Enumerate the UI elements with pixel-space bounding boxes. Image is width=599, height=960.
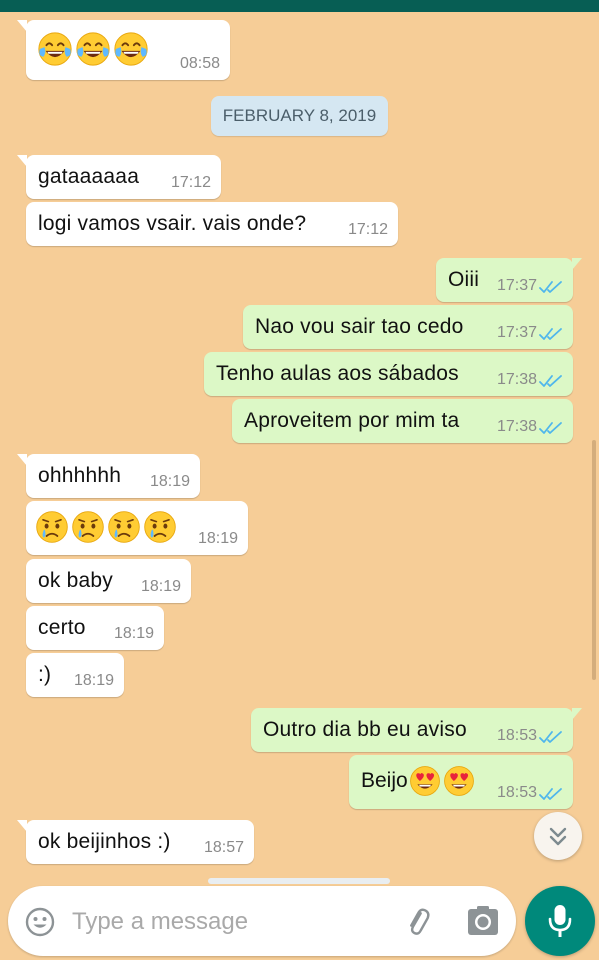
tears-of-joy-emoji-icon	[74, 30, 112, 68]
message-time: 08:58	[179, 55, 220, 72]
emoji-icon[interactable]	[24, 906, 56, 938]
bubble-tail	[17, 454, 27, 466]
emoji-group	[36, 30, 150, 68]
message-text: Outro dia bb eu aviso	[263, 718, 467, 741]
read-ticks-icon	[539, 421, 563, 435]
message-time: 18:19	[73, 672, 114, 689]
chat-scrollbar[interactable]	[592, 440, 596, 680]
message-content: Beijo	[361, 764, 476, 798]
next-item-edge	[208, 878, 390, 884]
read-ticks-icon	[539, 374, 563, 388]
attach-icon[interactable]	[400, 904, 434, 938]
message-text: certo	[38, 616, 86, 639]
message-time: 17:12	[347, 221, 388, 238]
message-time: 17:38	[496, 371, 537, 388]
message-bubble-outgoing[interactable]: Tenho aulas aos sábados 17:38	[204, 352, 573, 396]
app-header-edge	[0, 0, 599, 12]
message-bubble-incoming[interactable]: gataaaaaa 17:12	[17, 155, 221, 199]
message-bubble-incoming[interactable]: ok baby 18:19	[26, 559, 191, 603]
chevrons-down-icon	[549, 827, 567, 846]
message-text: Beijo	[361, 769, 408, 792]
message-text: ohhhhhh	[38, 464, 122, 487]
message-bubble-incoming[interactable]: 08:58	[17, 20, 230, 80]
read-ticks-icon	[539, 730, 563, 744]
message-time: 17:37	[496, 277, 537, 294]
read-ticks-icon	[539, 787, 563, 801]
message-bubble-outgoing[interactable]: Aproveitem por mim ta 17:38	[232, 399, 573, 443]
emoji-group	[34, 509, 178, 545]
message-text: Oiii	[448, 268, 480, 291]
message-time: 18:53	[496, 784, 537, 801]
message-composer[interactable]: Type a message	[8, 886, 516, 956]
crying-face-emoji-icon	[106, 509, 142, 545]
bubble-tail	[17, 155, 27, 167]
message-time: 18:19	[140, 578, 181, 595]
heart-eyes-emoji-icon	[442, 764, 476, 798]
message-time: 17:12	[170, 174, 211, 191]
heart-eyes-emoji-icon	[408, 764, 442, 798]
message-time: 18:19	[197, 530, 238, 547]
message-bubble-outgoing[interactable]: Nao vou sair tao cedo 17:37	[243, 305, 573, 349]
message-bubble-incoming[interactable]: logi vamos vsair. vais onde? 17:12	[26, 202, 398, 246]
message-bubble-incoming[interactable]: 18:19	[26, 501, 248, 555]
message-time: 18:19	[149, 473, 190, 490]
message-bubble-incoming[interactable]: certo 18:19	[26, 606, 164, 650]
message-bubble-incoming[interactable]: ohhhhhh 18:19	[17, 454, 200, 498]
camera-icon[interactable]	[466, 905, 500, 937]
read-ticks-icon	[539, 280, 563, 294]
bubble-tail	[17, 820, 27, 832]
message-bubble-outgoing[interactable]: Outro dia bb eu aviso 18:53	[251, 708, 582, 752]
voice-record-button[interactable]	[525, 886, 595, 956]
bubble-tail	[17, 20, 27, 32]
message-time: 18:57	[203, 839, 244, 856]
message-text: Nao vou sair tao cedo	[255, 315, 464, 338]
crying-face-emoji-icon	[34, 509, 70, 545]
message-text: ok beijinhos :)	[38, 830, 171, 853]
tears-of-joy-emoji-icon	[36, 30, 74, 68]
message-text: gataaaaaa	[38, 165, 140, 188]
message-time: 17:37	[496, 324, 537, 341]
scroll-down-button[interactable]	[534, 812, 582, 860]
crying-face-emoji-icon	[142, 509, 178, 545]
message-text: logi vamos vsair. vais onde?	[38, 212, 307, 235]
message-bubble-outgoing[interactable]: Oiii 17:37	[436, 258, 582, 302]
message-text: Aproveitem por mim ta	[244, 409, 460, 432]
message-bubble-outgoing[interactable]: Beijo 18:53	[349, 755, 573, 809]
message-time: 18:19	[113, 625, 154, 642]
message-bubble-incoming[interactable]: ok beijinhos :) 18:57	[17, 820, 254, 864]
message-time: 17:38	[496, 418, 537, 435]
date-separator: FEBRUARY 8, 2019	[211, 96, 388, 136]
message-time: 18:53	[496, 727, 537, 744]
message-text: :)	[38, 663, 52, 686]
crying-face-emoji-icon	[70, 509, 106, 545]
tears-of-joy-emoji-icon	[112, 30, 150, 68]
message-text: Tenho aulas aos sábados	[216, 362, 459, 385]
message-input[interactable]: Type a message	[72, 908, 248, 936]
mic-icon	[548, 905, 572, 937]
bubble-tail	[572, 708, 582, 720]
bubble-tail	[572, 258, 582, 270]
message-text: ok baby	[38, 569, 113, 592]
message-bubble-incoming[interactable]: :) 18:19	[26, 653, 124, 697]
read-ticks-icon	[539, 327, 563, 341]
